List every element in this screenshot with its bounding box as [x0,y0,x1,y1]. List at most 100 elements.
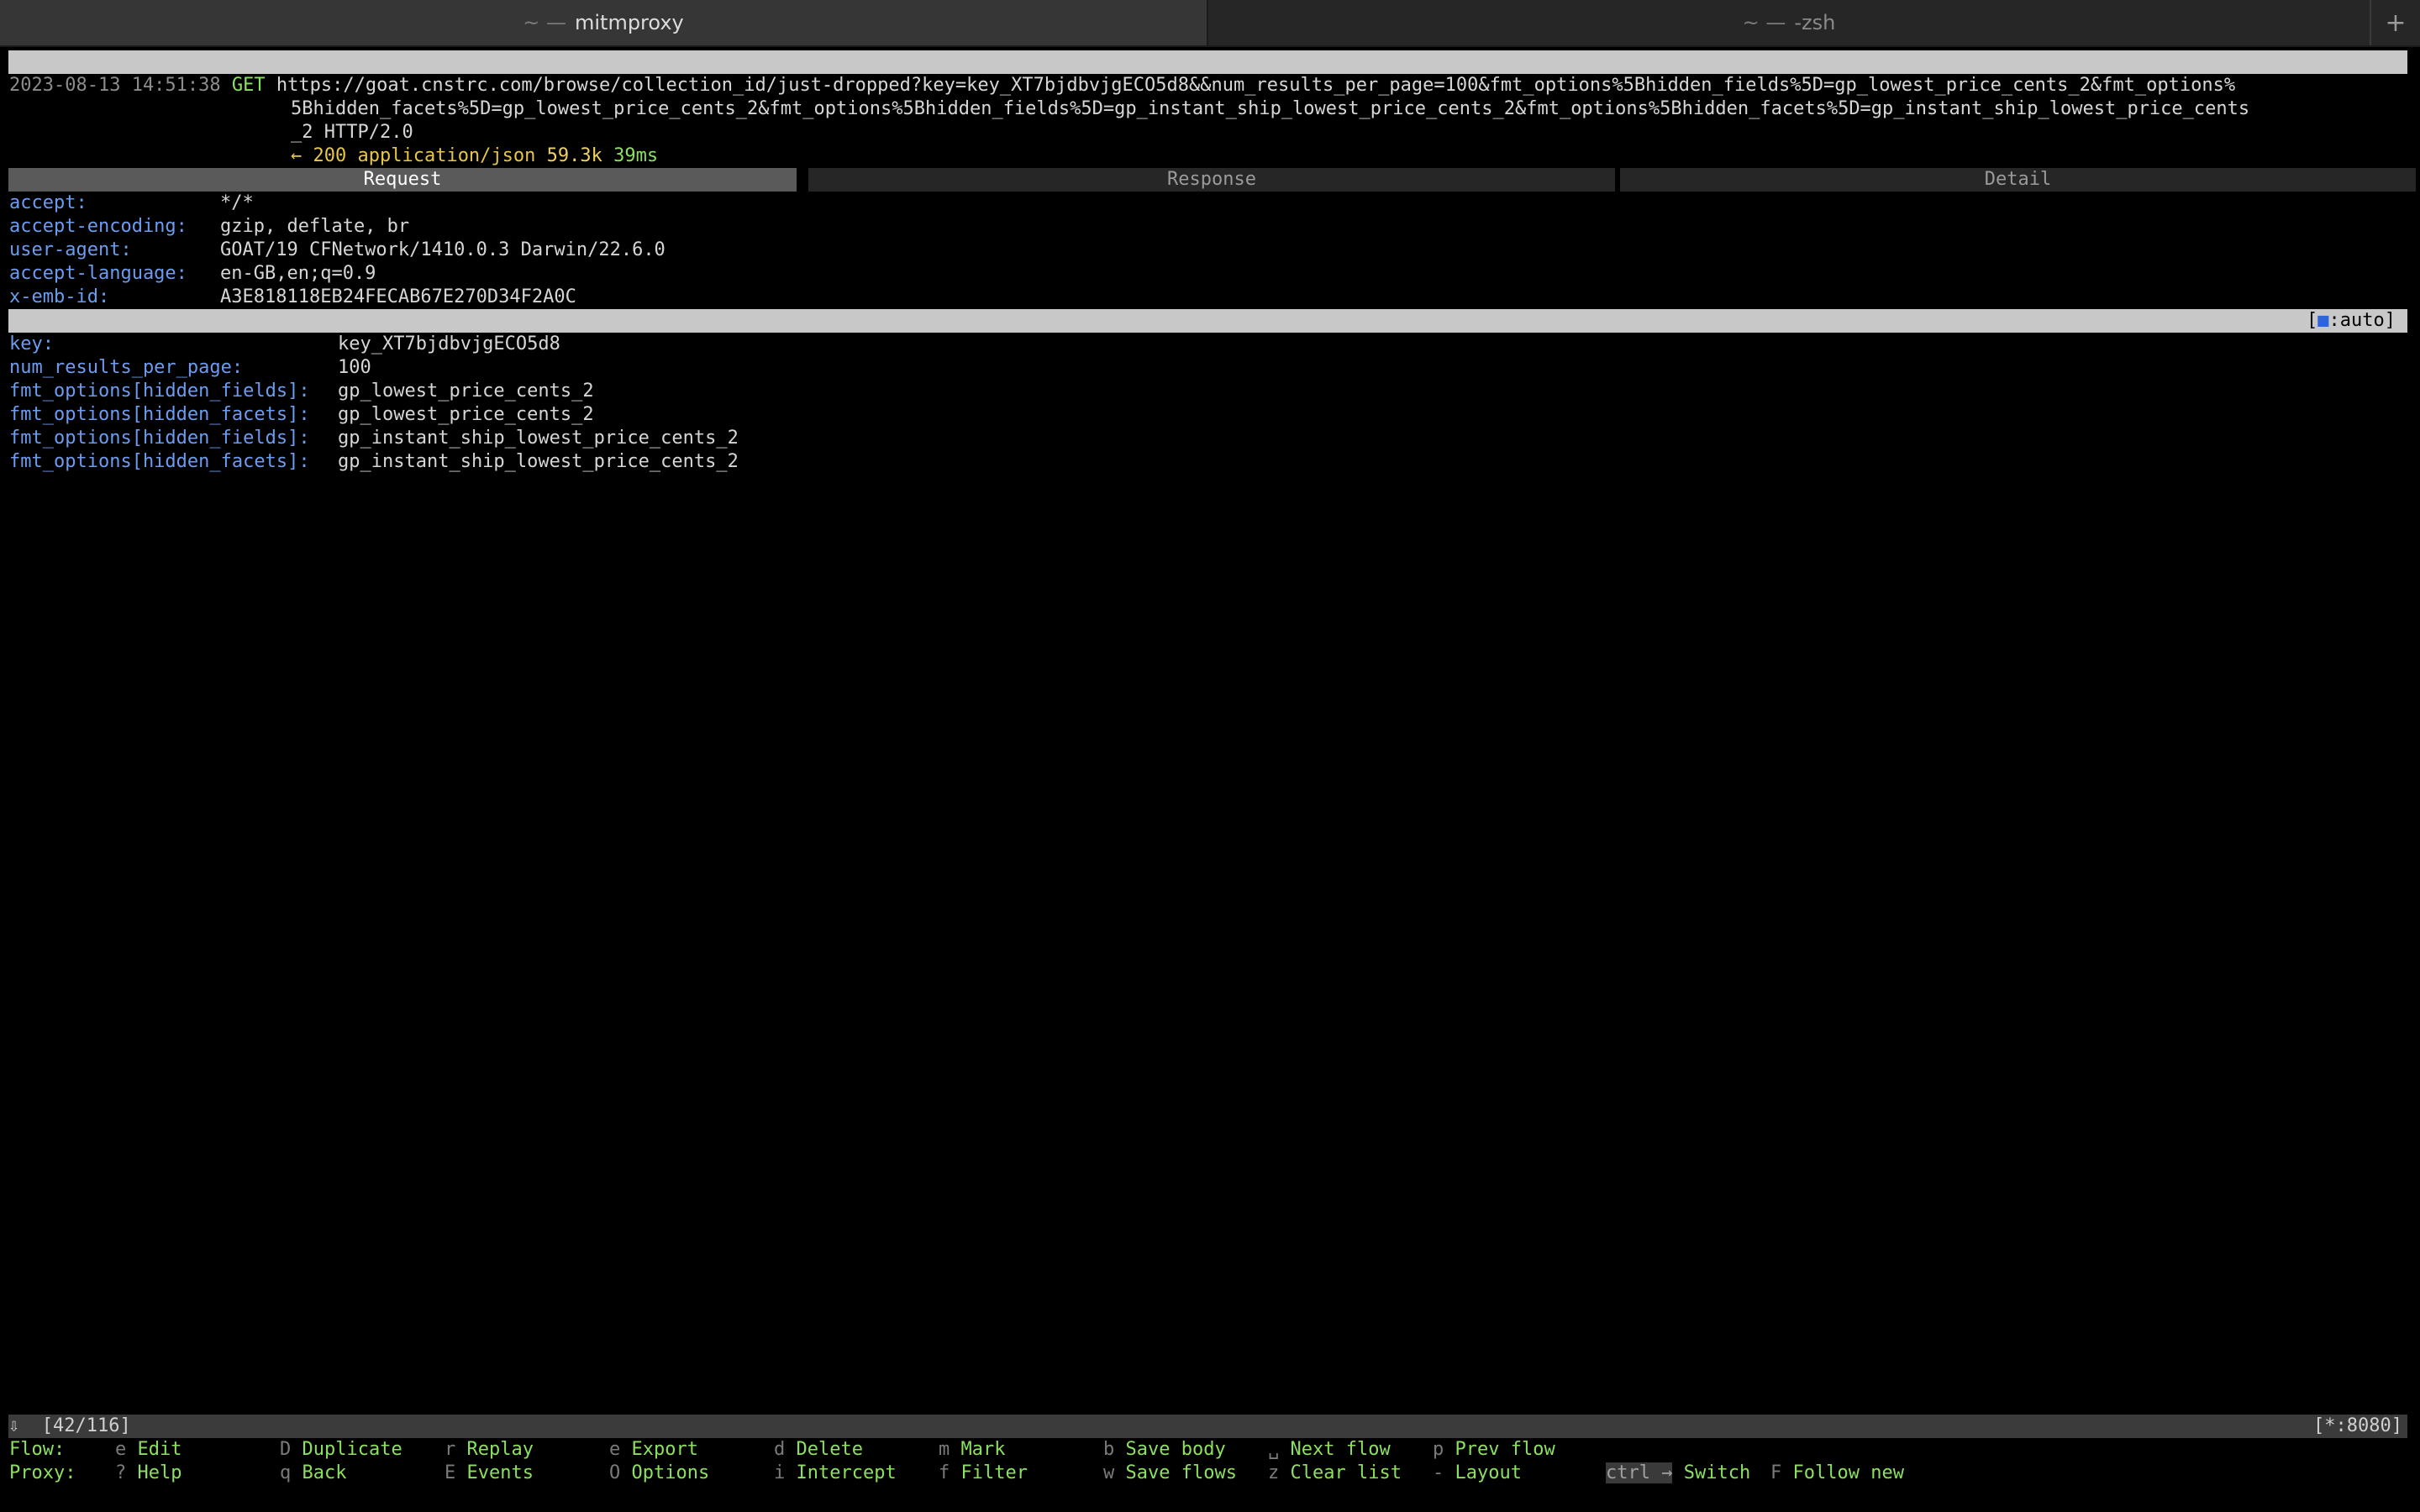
keybinding-layout[interactable]: - Layout [1433,1462,1522,1485]
header-value: */* [220,192,254,213]
key-hint: e [115,1439,127,1460]
response-status: ← 200 [291,145,347,166]
key-action: Replay [466,1439,534,1460]
view-mode-indicator[interactable]: [■:auto] [2307,309,2396,333]
key-action: Prev flow [1455,1439,1555,1460]
keybinding-prev-flow[interactable]: p Prev flow [1433,1438,1555,1462]
key-action: Export [631,1439,698,1460]
query-param-row[interactable]: fmt_options[hidden_fields]: [9,427,310,450]
key-hint: O [609,1462,621,1483]
key-action: Edit [137,1439,182,1460]
key-action: Layout [1455,1462,1522,1483]
flow-method: GET [231,75,266,96]
keybinding-export[interactable]: e Export [609,1438,698,1462]
keybinding-clear-list[interactable]: z Clear list [1268,1462,1402,1485]
header-name: accept-encoding: [9,216,187,237]
response-content-type: application/json [357,145,536,166]
proxy-keys-label: Proxy: [9,1462,76,1483]
query-param-value: gp_lowest_price_cents_2 [338,381,594,402]
query-param-value: gp_instant_ship_lowest_price_cents_2 [338,451,739,472]
key-hint: D [280,1439,292,1460]
key-hint: p [1433,1439,1444,1460]
tab-request[interactable]: Request [8,168,797,192]
query-param-row[interactable]: fmt_options[hidden_facets]: [9,450,310,474]
tab-detail[interactable]: Detail [1620,168,2416,192]
key-hint: b [1103,1439,1115,1460]
keybinding-save-body[interactable]: b Save body [1103,1438,1226,1462]
query-param-row[interactable]: fmt_options[hidden_fields]: [9,380,310,403]
space-key-icon: ␣ [1268,1439,1280,1460]
flow-keys-label: Flow: [9,1439,66,1460]
new-tab-button[interactable]: + [2371,0,2420,45]
query-param-name: fmt_options[hidden_facets]: [9,404,310,425]
keybinding-intercept[interactable]: i Intercept [774,1462,897,1485]
key-action: Options [631,1462,710,1483]
key-action: Next flow [1290,1439,1391,1460]
key-hint: f [939,1462,950,1483]
query-section-title: Query [■:auto] [8,309,2407,354]
header-name: x-emb-id: [9,286,110,307]
request-line-3: _2 HTTP/2.0 [291,121,413,144]
key-action: Help [137,1462,182,1483]
header-row[interactable]: accept: [9,192,87,215]
query-param-value-row: key_XT7bjdbvjgECO5d8 [338,333,560,356]
proxy-keybindings: Proxy: ? Help q Back E Events O Options … [9,1462,2404,1485]
header-row[interactable]: x-emb-id: [9,286,109,309]
keybinding-options[interactable]: O Options [609,1462,709,1485]
key-action: Save body [1125,1439,1226,1460]
header-row[interactable]: accept-language: [9,262,187,286]
key-action: Mark [960,1439,1006,1460]
query-param-value: gp_instant_ship_lowest_price_cents_2 [338,428,739,449]
tab-response[interactable]: Response [808,168,1615,192]
header-value-row: A3E818118EB24FECAB67E270D34F2A0C [220,286,576,309]
key-hint: q [280,1462,292,1483]
keybinding-mark[interactable]: m Mark [939,1438,1005,1462]
keybinding-duplicate[interactable]: D Duplicate [280,1438,402,1462]
header-row[interactable]: accept-encoding: [9,215,187,239]
view-mode-label: :auto] [2328,310,2396,331]
keybinding-delete[interactable]: d Delete [774,1438,863,1462]
keybinding-follow-new[interactable]: F Follow new [1770,1462,1904,1485]
terminal-tab-bar: ~ — mitmproxy ~ — -zsh + [0,0,2420,47]
keybinding-events[interactable]: E Events [445,1462,534,1485]
query-param-value: 100 [338,357,371,378]
flow-url-part-1: https://goat.cnstrc.com/browse/collectio… [276,75,2236,96]
terminal-tab-zsh[interactable]: ~ — -zsh [1208,0,2371,45]
query-param-row[interactable]: num_results_per_page: [9,356,243,380]
query-param-name: num_results_per_page: [9,357,244,378]
query-param-row[interactable]: fmt_options[hidden_facets]: [9,403,310,427]
key-action: Back [302,1462,347,1483]
query-param-value: gp_lowest_price_cents_2 [338,404,594,425]
key-hint: m [939,1439,950,1460]
key-hint: z [1268,1462,1280,1483]
keybinding-next-flow[interactable]: ␣ Next flow [1268,1438,1391,1462]
keybinding-filter[interactable]: f Filter [939,1462,1028,1485]
flow-position: [42/116] [41,1415,131,1436]
keybinding-save-flows[interactable]: w Save flows [1103,1462,1237,1485]
tab-prefix: ~ — [1742,11,1786,34]
key-action: Save flows [1125,1462,1237,1483]
query-param-row[interactable]: key: [9,333,54,356]
header-row[interactable]: user-agent: [9,239,132,262]
header-value: GOAT/19 CFNetwork/1410.0.3 Darwin/22.6.0 [220,239,666,260]
query-param-name: fmt_options[hidden_fields]: [9,381,310,402]
scroll-down-icon: ⇩ [8,1415,20,1436]
response-duration: 39ms [613,145,659,166]
keybinding-help[interactable]: ? Help [115,1462,182,1485]
key-action: Intercept [796,1462,897,1483]
header-value: gzip, deflate, br [220,216,410,237]
terminal-tab-mitmproxy[interactable]: ~ — mitmproxy [0,0,1208,45]
key-hint: - [1433,1462,1444,1483]
key-action: Duplicate [302,1439,402,1460]
key-hint: F [1770,1462,1782,1483]
key-hint: E [445,1462,456,1483]
keybinding-back[interactable]: q Back [280,1462,346,1485]
header-value-row: */* [220,192,254,215]
keybinding-edit[interactable]: e Edit [115,1438,182,1462]
header-value-row: GOAT/19 CFNetwork/1410.0.3 Darwin/22.6.0 [220,239,666,262]
flow-keybindings: Flow: e Edit D Duplicate r Replay e Expo… [9,1438,2404,1462]
query-param-value-row: gp_instant_ship_lowest_price_cents_2 [338,427,739,450]
keybinding-switch[interactable]: ctrl → Switch [1606,1462,1750,1485]
keybinding-replay[interactable]: r Replay [445,1438,534,1462]
flow-timestamp: 2023-08-13 14:51:38 [9,75,221,96]
